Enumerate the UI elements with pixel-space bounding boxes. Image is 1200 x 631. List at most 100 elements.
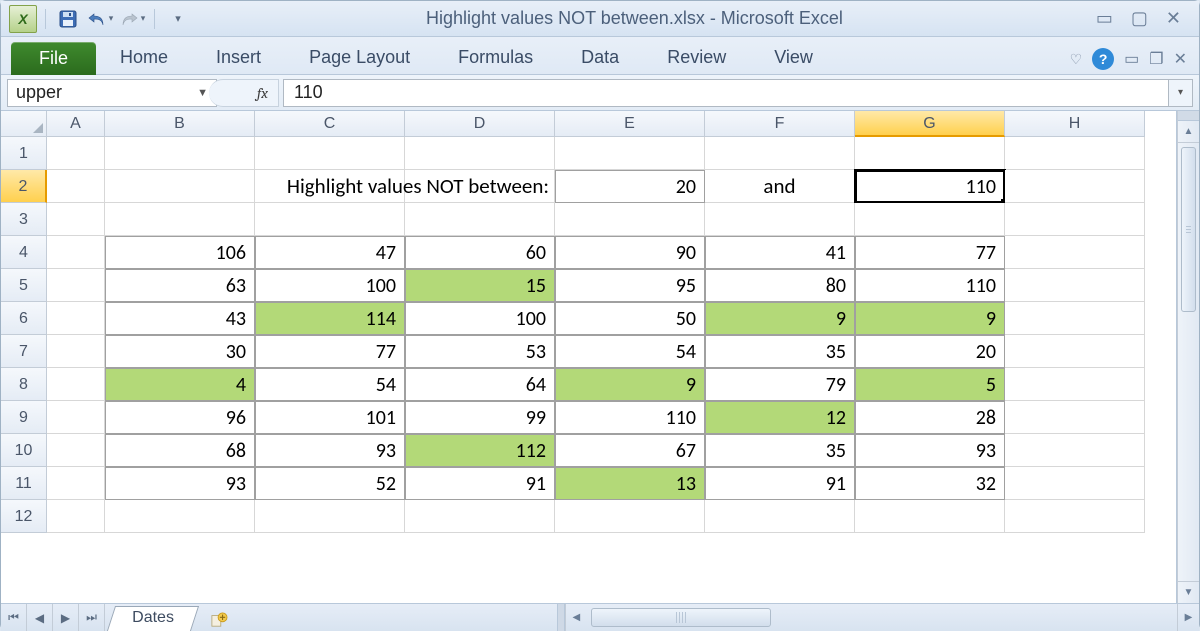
cell-C1[interactable] [255,137,405,170]
cell-B12[interactable] [105,500,255,533]
tab-page-layout[interactable]: Page Layout [285,41,434,74]
cell-C9[interactable]: 101 [255,401,405,434]
cell-H10[interactable] [1005,434,1145,467]
minimize-button[interactable]: ▭ [1096,8,1113,29]
cell-E4[interactable]: 90 [555,236,705,269]
cell-B10[interactable]: 68 [105,434,255,467]
sheet-nav-next[interactable]: ▶ [53,604,79,631]
cell-D12[interactable] [405,500,555,533]
cell-A2[interactable] [47,170,105,203]
cell-E5[interactable]: 95 [555,269,705,302]
workbook-minimize[interactable]: ▭ [1124,49,1139,69]
cell-C12[interactable] [255,500,405,533]
name-box-dropdown-icon[interactable]: ▼ [197,87,208,99]
row-header-12[interactable]: 12 [1,500,47,533]
cell-H6[interactable] [1005,302,1145,335]
tab-insert[interactable]: Insert [192,41,285,74]
cell-G7[interactable]: 20 [855,335,1005,368]
cell-H9[interactable] [1005,401,1145,434]
horizontal-scrollbar[interactable]: ◀ ▶ [565,604,1199,631]
cell-B9[interactable]: 96 [105,401,255,434]
sheet-tab-active[interactable]: Dates [107,606,199,631]
sheet-nav-last[interactable]: ⏭ [79,604,105,631]
cell-G9[interactable]: 28 [855,401,1005,434]
cell-D11[interactable]: 91 [405,467,555,500]
cell-H1[interactable] [1005,137,1145,170]
cell-D10[interactable]: 112 [405,434,555,467]
row-header-1[interactable]: 1 [1,137,47,170]
column-header-C[interactable]: C [255,111,405,137]
column-header-E[interactable]: E [555,111,705,137]
hscroll-thumb[interactable] [591,608,771,627]
row-header-2[interactable]: 2 [1,170,47,203]
tab-data[interactable]: Data [557,41,643,74]
cell-G4[interactable]: 77 [855,236,1005,269]
cell-A11[interactable] [47,467,105,500]
cell-A8[interactable] [47,368,105,401]
cell-A6[interactable] [47,302,105,335]
formula-bar-expand[interactable]: ▾ [1169,79,1193,107]
row-header-3[interactable]: 3 [1,203,47,236]
formula-bar[interactable]: 110 [283,79,1169,107]
cell-E12[interactable] [555,500,705,533]
file-tab[interactable]: File [11,42,96,75]
cell-C5[interactable]: 100 [255,269,405,302]
cell-H5[interactable] [1005,269,1145,302]
cell-C7[interactable]: 77 [255,335,405,368]
cell-G5[interactable]: 110 [855,269,1005,302]
help-button[interactable]: ? [1092,48,1114,70]
undo-button[interactable]: ▾ [86,7,114,31]
column-header-H[interactable]: H [1005,111,1145,137]
cell-D8[interactable]: 64 [405,368,555,401]
cell-E9[interactable]: 110 [555,401,705,434]
cell-E2[interactable]: 20 [555,170,705,203]
cell-G6[interactable]: 9 [855,302,1005,335]
cell-B5[interactable]: 63 [105,269,255,302]
insert-function-button[interactable]: fx [209,79,279,107]
cell-H7[interactable] [1005,335,1145,368]
cell-C3[interactable] [255,203,405,236]
cell-A1[interactable] [47,137,105,170]
cell-H12[interactable] [1005,500,1145,533]
hscroll-track[interactable] [587,604,1177,631]
workbook-restore[interactable]: ❐ [1149,49,1163,69]
cell-D4[interactable]: 60 [405,236,555,269]
cell-D9[interactable]: 99 [405,401,555,434]
workbook-close[interactable]: ✕ [1174,49,1187,69]
cell-G1[interactable] [855,137,1005,170]
cell-B7[interactable]: 30 [105,335,255,368]
cell-F7[interactable]: 35 [705,335,855,368]
cell-A5[interactable] [47,269,105,302]
cell-H8[interactable] [1005,368,1145,401]
cell-B11[interactable]: 93 [105,467,255,500]
column-header-B[interactable]: B [105,111,255,137]
cell-C4[interactable]: 47 [255,236,405,269]
column-header-F[interactable]: F [705,111,855,137]
app-icon[interactable]: X [9,7,37,31]
cell-F12[interactable] [705,500,855,533]
cell-E8[interactable]: 9 [555,368,705,401]
close-button[interactable]: ✕ [1166,8,1181,29]
cell-A4[interactable] [47,236,105,269]
cell-A9[interactable] [47,401,105,434]
row-header-9[interactable]: 9 [1,401,47,434]
cell-E3[interactable] [555,203,705,236]
cell-E1[interactable] [555,137,705,170]
vscroll-track[interactable] [1178,143,1199,581]
row-header-7[interactable]: 7 [1,335,47,368]
qat-customize[interactable]: ▾ [163,7,191,31]
cell-E7[interactable]: 54 [555,335,705,368]
redo-button[interactable]: ▾ [118,7,146,31]
cell-F1[interactable] [705,137,855,170]
tab-home[interactable]: Home [96,41,192,74]
cell-F9[interactable]: 12 [705,401,855,434]
tab-formulas[interactable]: Formulas [434,41,557,74]
cell-G12[interactable] [855,500,1005,533]
cell-B2[interactable] [105,170,255,203]
cell-H11[interactable] [1005,467,1145,500]
scroll-left-button[interactable]: ◀ [565,604,587,631]
cell-G10[interactable]: 93 [855,434,1005,467]
cell-F4[interactable]: 41 [705,236,855,269]
save-button[interactable] [54,7,82,31]
cell-C8[interactable]: 54 [255,368,405,401]
